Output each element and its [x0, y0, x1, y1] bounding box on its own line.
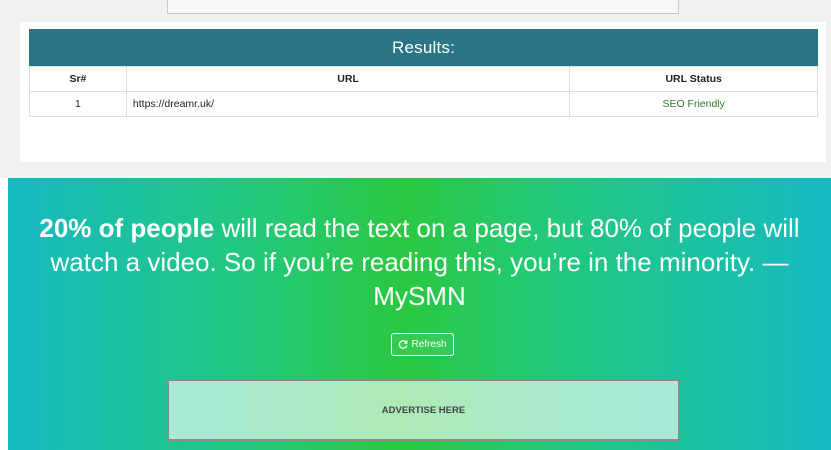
page-gutter [0, 178, 8, 450]
column-header-sr: Sr# [29, 66, 127, 92]
advertise-label: ADVERTISE HERE [381, 404, 466, 416]
row-url: https://dreamr.uk/ [125, 91, 571, 117]
row-sr: 1 [29, 91, 127, 117]
advertise-box[interactable]: ADVERTISE HERE [167, 379, 680, 441]
refresh-label: Refresh [411, 339, 447, 350]
column-header-status: URL Status [569, 66, 818, 92]
column-header-url: URL [125, 66, 571, 92]
refresh-icon [399, 339, 408, 349]
refresh-button[interactable]: Refresh [391, 333, 454, 356]
results-section: Results: Sr# URL URL Status 1 https://dr… [0, 0, 831, 178]
table-header-row: Sr# URL URL Status [29, 66, 818, 92]
quote-highlight: 20% of people [39, 213, 215, 243]
row-status: SEO Friendly [569, 91, 818, 117]
results-table: Sr# URL URL Status 1 https://dreamr.uk/ … [29, 66, 818, 117]
quote-text: 20% of people will read the text on a pa… [36, 211, 803, 313]
url-input-bottom-edge[interactable] [167, 0, 679, 14]
quote-banner: 20% of people will read the text on a pa… [8, 178, 831, 450]
results-title: Results: [29, 29, 818, 66]
results-panel: Results: Sr# URL URL Status 1 https://dr… [20, 22, 826, 162]
table-row: 1 https://dreamr.uk/ SEO Friendly [29, 91, 818, 117]
